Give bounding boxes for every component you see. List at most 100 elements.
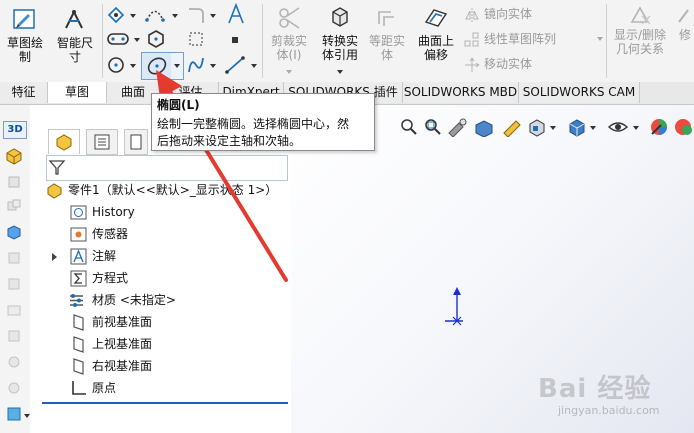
sensors-label: 传感器 [92,227,129,241]
top-plane-label: 上视基准面 [92,337,153,351]
mirror-entities-button[interactable]: 镜向实体 [464,4,532,24]
offset-entities-label: 等距实 体 [368,34,405,62]
equations-label: 方程式 [92,271,129,285]
annotations-label: 注解 [92,249,117,263]
chevron-down-icon[interactable] [550,126,556,130]
mirror-icon [465,7,479,22]
3d-interconnect-button[interactable]: 3D [3,121,27,139]
mirror-label: 镜向实体 [484,7,533,21]
trim-icon [279,7,300,29]
material-label: 材质 <未指定> [92,293,176,307]
surface-offset-button[interactable]: 曲面上 偏移 [412,4,460,62]
tab-property-manager[interactable] [86,129,118,155]
zoom-to-area-icon[interactable] [423,117,443,137]
part-icon [47,183,62,199]
apply-scene-icon[interactable] [673,117,694,137]
feature-tree-icon [56,134,72,151]
expand-arrow-icon[interactable] [52,253,57,261]
sketch-label: 草图绘 制 [6,36,43,64]
offset-entities-icon [378,11,394,26]
assembly-icon[interactable] [5,197,23,215]
offset-entities-button[interactable]: 等距实 体 [366,4,408,62]
repair-icon [678,9,689,23]
plane-icon [73,358,84,375]
hide-show-items-icon[interactable] [607,117,629,137]
sketch-button[interactable]: 草图绘 制 [2,4,48,64]
task-pane-strip: 3D [0,105,31,433]
watermark-brand: Bai 经验 [538,374,652,404]
solidworks-forum-icon[interactable] [5,405,23,423]
repair-label: 修 [678,28,691,42]
sensor-icon [70,227,87,242]
ellipse-tooltip: 椭圆(L) 绘制一完整椭圆。选择椭圆中心，然 后拖动来设定主轴和次轴。 [151,93,375,151]
display-style-icon[interactable] [567,117,587,137]
linear-pattern-label: 线性草图阵列 [484,32,557,46]
edit-appearance-icon[interactable] [649,117,669,137]
command-manager-ribbon: 草图绘 制 智能尺 寸 剪裁实 体(I) 转换实 体引用 等距实 体 曲面上 偏… [0,0,694,83]
part-icon[interactable] [5,173,23,191]
chevron-down-icon[interactable] [210,14,216,18]
arc-icon[interactable] [144,5,166,25]
right-plane-label: 右视基准面 [92,359,153,373]
custom-properties-icon[interactable] [5,275,23,293]
chevron-down-icon[interactable] [172,14,178,18]
construction-geometry-icon[interactable] [186,29,206,49]
tooltip-title: 椭圆(L) [157,98,200,112]
design-library-icon[interactable] [5,147,23,165]
smart-dimension-button[interactable]: 智能尺 寸 [52,4,98,64]
previous-view-icon[interactable] [447,117,469,137]
section-view-icon[interactable] [473,117,495,137]
chevron-down-icon[interactable] [633,126,639,130]
chevron-down-icon[interactable] [590,126,596,130]
toolbox-icon[interactable] [5,353,23,371]
smart-dimension-label: 智能尺 寸 [56,36,93,64]
tab-feature-manager[interactable] [48,129,80,154]
point-icon[interactable] [228,33,242,47]
circle-icon[interactable] [106,55,126,75]
tab-solidworks-cam[interactable]: SOLIDWORKS CAM [519,82,640,103]
search-results-icon[interactable] [5,327,23,345]
zoom-to-fit-icon[interactable] [399,117,419,137]
property-manager-icon [94,134,110,150]
view-palette-icon[interactable] [5,223,23,241]
polygon-line-icon[interactable] [106,5,126,25]
relations-icon [630,6,651,25]
chevron-down-icon[interactable] [337,70,343,74]
ribbon-separator [102,4,103,78]
origin-label: 原点 [92,381,117,395]
chevron-down-icon[interactable] [130,14,136,18]
linear-pattern-button[interactable]: 线性草图阵列 [464,29,556,49]
polygon-icon[interactable] [146,29,166,49]
text-icon[interactable] [226,3,246,25]
convert-entities-label: 转换实 体引用 [321,34,358,62]
settings-icon[interactable] [5,379,23,397]
tab-features[interactable]: 特征 [0,82,48,103]
history-icon [70,205,87,220]
fillet-icon[interactable] [186,5,206,25]
trim-entities-button[interactable]: 剪裁实 体(I) [264,4,314,62]
trim-label: 剪裁实 体(I) [270,34,307,62]
convert-entities-button[interactable]: 转换实 体引用 [316,4,364,62]
chevron-down-icon[interactable] [134,38,140,42]
surface-offset-label: 曲面上 偏移 [417,34,454,62]
front-plane-label: 前视基准面 [92,315,153,329]
chevron-down-icon[interactable] [597,37,603,41]
show-delete-relations-button[interactable]: 显示/删除 几何关系 [609,4,671,56]
sketch-origin-icon [445,287,463,326]
appearance-icon[interactable] [5,249,23,267]
tab-sketch[interactable]: 草图 [48,82,107,103]
watermark-url: jingyan.baidu.com [558,404,660,417]
dynamic-annotation-icon[interactable] [501,117,523,137]
tab-solidworks-mbd[interactable]: SOLIDWORKS MBD [403,82,519,103]
tooltip-description-line2: 后拖动来设定主轴和次轴。 [157,134,302,148]
surface-offset-icon [424,9,448,27]
repair-sketch-button[interactable]: 修 [676,4,694,42]
view-orientation-icon[interactable] [527,117,547,137]
linear-pattern-icon [464,32,479,46]
chevron-down-icon[interactable] [130,64,136,68]
move-entities-button[interactable]: 移动实体 [464,54,532,74]
rollback-bar[interactable] [42,402,288,404]
file-explorer-icon[interactable] [5,301,23,319]
slot-icon[interactable] [106,29,130,49]
move-label: 移动实体 [484,57,533,71]
